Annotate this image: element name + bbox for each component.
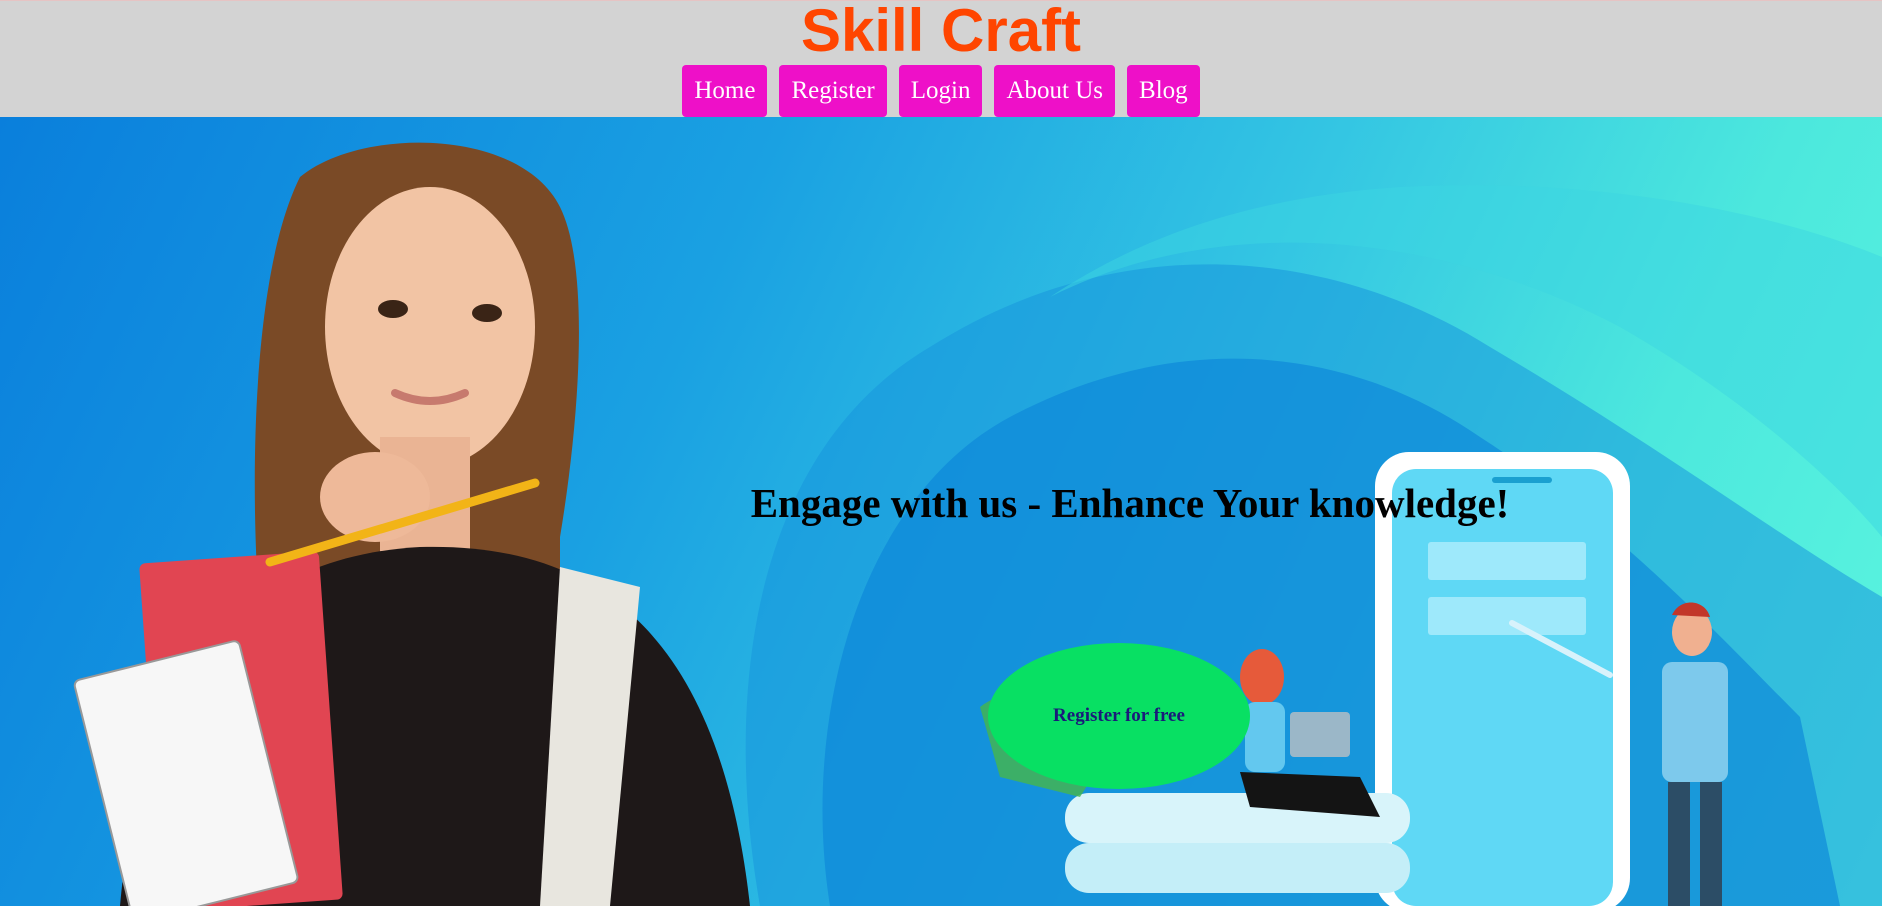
site-header: Skill Craft Home Register Login About Us… — [0, 0, 1882, 117]
hero-headline: Engage with us - Enhance Your knowledge! — [750, 480, 1510, 526]
nav-about-us-button[interactable]: About Us — [994, 65, 1116, 117]
main-nav: Home Register Login About Us Blog — [0, 65, 1882, 117]
register-for-free-button[interactable]: Register for free — [988, 643, 1250, 789]
hero-banner: Engage with us - Enhance Your knowledge!… — [0, 117, 1882, 906]
nav-home-button[interactable]: Home — [682, 65, 768, 117]
student-image — [73, 142, 750, 906]
page: Skill Craft Home Register Login About Us… — [0, 0, 1885, 906]
nav-register-button[interactable]: Register — [779, 65, 887, 117]
nav-login-button[interactable]: Login — [898, 65, 983, 117]
site-title: Skill Craft — [800, 0, 1082, 64]
nav-blog-button[interactable]: Blog — [1127, 65, 1200, 117]
